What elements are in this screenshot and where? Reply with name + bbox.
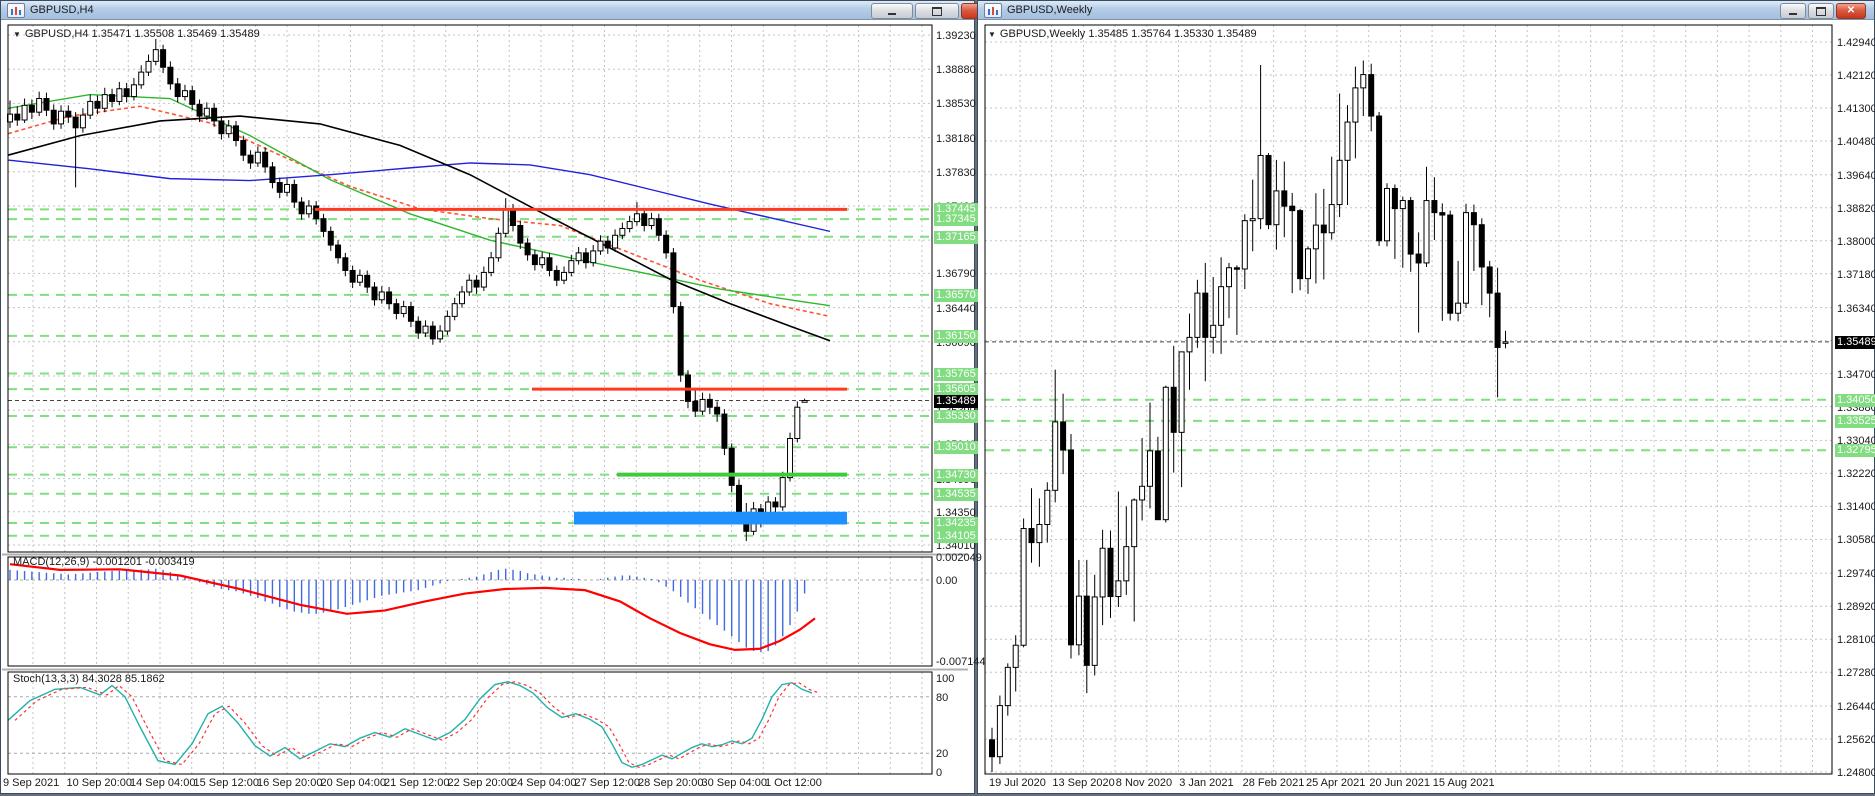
symbol-dropdown-icon[interactable]: ▼: [988, 30, 996, 39]
price-level-badge: 1.34050: [1835, 393, 1875, 407]
price-level-badge: 1.37345: [934, 213, 978, 227]
price-tick-label: 1.38880: [936, 64, 976, 77]
price-tick-label: 1.28100: [1837, 634, 1875, 647]
price-level-badge: 1.34105: [934, 529, 978, 543]
price-tick-label: 1.38530: [936, 98, 976, 111]
price-tick-label: 1.27280: [1837, 667, 1875, 680]
price-level-badge: 1.34730: [934, 468, 978, 482]
price-level-badge: 1.34535: [934, 487, 978, 501]
price-tick-label: 1.31400: [1837, 501, 1875, 514]
price-tick-label: 1.37830: [936, 166, 976, 179]
symbol-ohlc-header[interactable]: ▼ GBPUSD,Weekly 1.35485 1.35764 1.35330 1…: [988, 28, 1257, 40]
price-level-badge: 1.32795: [1835, 444, 1875, 458]
price-tick-label: 1.37180: [1837, 268, 1875, 281]
price-level-badge: 1.33525: [1835, 414, 1875, 428]
price-tick-label: 1.38820: [1837, 202, 1875, 215]
symbol-ohlc-header[interactable]: ▼ GBPUSD,H4 1.35471 1.35508 1.35469 1.354…: [13, 28, 260, 40]
stoch-scale-label: 20: [936, 748, 949, 761]
price-level-badge: 1.35330: [934, 410, 978, 424]
macd-indicator-label: MACD(12,26,9) -0.001201 -0.003419: [13, 556, 195, 568]
bid-price-badge: 1.35489: [1835, 335, 1875, 349]
stoch-scale-label: 100: [936, 673, 955, 685]
price-tick-label: 1.36340: [1837, 302, 1875, 315]
price-tick-label: 1.38000: [1837, 235, 1875, 248]
price-tick-label: 1.29740: [1837, 568, 1875, 581]
price-tick-label: 1.28920: [1837, 601, 1875, 614]
price-tick-label: 1.40480: [1837, 135, 1875, 148]
price-tick-label: 1.25620: [1837, 734, 1875, 746]
price-level-badge: 1.35010: [934, 441, 978, 455]
price-level-badge: 1.35765: [934, 367, 978, 381]
price-tick-label: 1.39640: [1837, 169, 1875, 182]
macd-scale-label: 0.00: [936, 575, 958, 587]
price-tick-label: 1.39230: [936, 30, 976, 42]
price-level-badge: 1.37165: [934, 230, 978, 244]
price-level-badge: 1.36570: [934, 288, 978, 302]
symbol-dropdown-icon[interactable]: ▼: [13, 30, 21, 39]
price-level-badge: 1.34235: [934, 517, 978, 531]
macd-scale-label: 0.002049: [936, 551, 982, 564]
price-tick-label: 1.42940: [1837, 37, 1875, 49]
price-tick-label: 1.38180: [936, 132, 976, 145]
bid-price-badge: 1.35489: [934, 394, 978, 408]
stoch-indicator-label: Stoch(13,3,3) 84.3028 85.1862: [13, 673, 165, 685]
price-tick-label: 1.34700: [1837, 368, 1875, 381]
macd-scale-label: -0.007144: [936, 655, 986, 668]
price-tick-label: 1.36790: [936, 268, 976, 281]
stoch-scale-label: 80: [936, 691, 949, 704]
price-tick-label: 1.41300: [1837, 102, 1875, 115]
price-tick-label: 1.30580: [1837, 534, 1875, 547]
price-tick-label: 1.24800: [1837, 767, 1875, 779]
price-tick-label: 1.42120: [1837, 69, 1875, 82]
price-tick-label: 1.36440: [936, 302, 976, 315]
stoch-scale-label: 0: [936, 767, 943, 779]
price-level-badge: 1.36150: [934, 329, 978, 343]
price-tick-label: 1.32220: [1837, 468, 1875, 481]
price-tick-label: 1.26440: [1837, 701, 1875, 713]
